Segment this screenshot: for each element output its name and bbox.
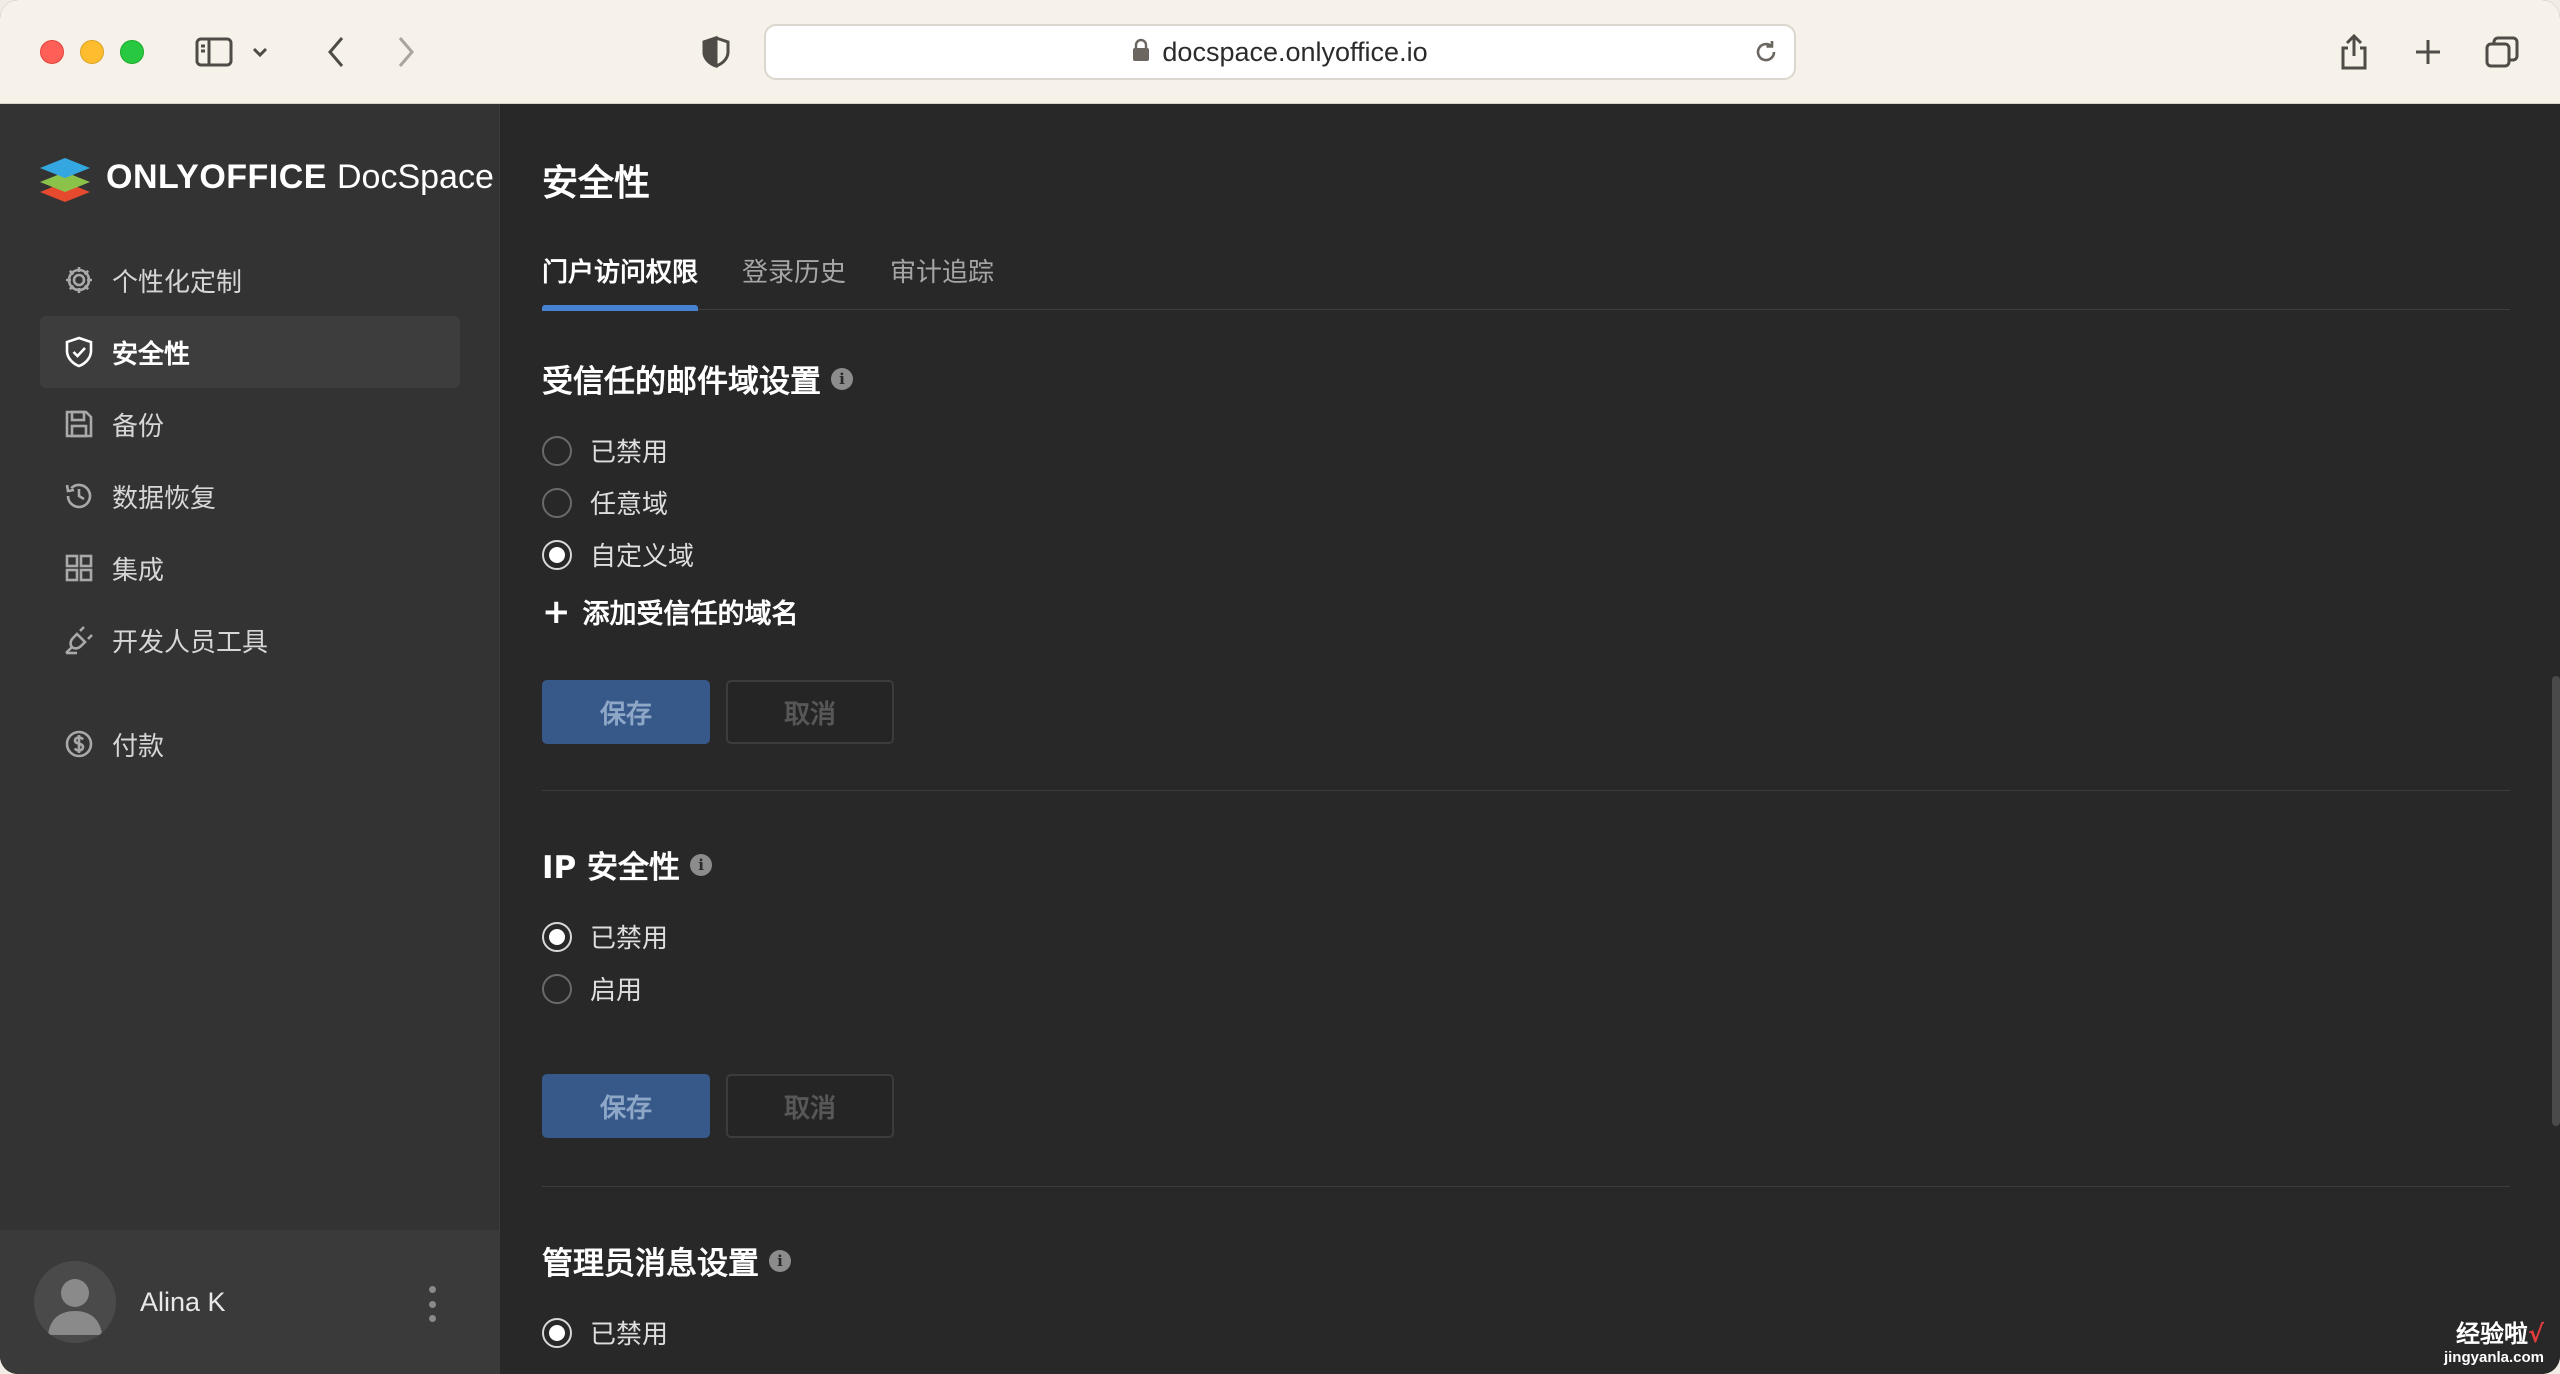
add-trusted-domain-label: 添加受信任的域名 [582,599,799,630]
sidebar-item-developer-tools[interactable]: 开发人员工具 [40,604,460,676]
settings-tabs: 门户访问权限 登录历史 审计追踪 [542,252,2510,311]
address-bar[interactable]: docspace.onlyoffice.io [764,24,1796,80]
plug-icon [62,623,96,657]
ip-security-save-button[interactable]: 保存 [542,1074,710,1138]
user-profile-bar[interactable]: Alina K [0,1230,500,1374]
sidebar-toggle-icon[interactable] [192,30,236,74]
privacy-shield-icon[interactable] [694,30,738,74]
settings-nav: 个性化定制 安全性 备份 数据恢复 集成 开发人员工具 付款 [40,244,460,780]
sidebar-item-label: 开发人员工具 [112,627,269,658]
sidebar-item-integration[interactable]: 集成 [40,532,460,604]
check-mark: √ [2527,1320,2544,1348]
add-trusted-domain-button[interactable]: + 添加受信任的域名 [542,592,799,631]
radio-button[interactable] [542,973,572,1004]
settings-sidebar: ONLYOFFICE DocSpace 个性化定制 安全性 备份 数据恢复 集成… [0,104,500,1374]
watermark-line2: jingyanla.com [2443,1349,2544,1366]
admin-messages-option-disabled[interactable]: 已禁用 [542,1314,668,1351]
ip-security-cancel-button[interactable]: 取消 [726,1074,894,1138]
radio-button[interactable] [542,921,572,952]
ip-security-option-disabled[interactable]: 已禁用 [542,918,668,955]
more-vertical-icon[interactable] [420,1286,444,1322]
radio-label: 已禁用 [590,438,669,468]
history-icon [62,479,96,513]
watermark: 经验啦√ jingyanla.com [2444,1314,2544,1366]
trusted-domains-save-button[interactable]: 保存 [542,680,710,744]
dollar-icon [62,727,96,761]
radio-label: 已禁用 [590,924,669,954]
scrollbar[interactable] [2552,676,2560,1126]
browser-toolbar: docspace.onlyoffice.io [0,0,2560,104]
sidebar-item-label: 安全性 [112,339,191,370]
info-icon[interactable]: i [769,1249,791,1272]
grid-icon [62,551,96,585]
radio-button[interactable] [542,435,572,466]
info-icon[interactable]: i [831,367,853,390]
trusted-domains-title: 受信任的邮件域设置 i [542,356,853,401]
reload-icon[interactable] [1752,38,1780,70]
avatar[interactable] [34,1261,116,1343]
tab-overview-icon[interactable] [2480,30,2524,74]
chevron-down-icon[interactable] [246,30,274,74]
radio-label: 自定义域 [590,542,695,572]
plus-icon: + [542,591,571,632]
section-divider [542,1186,2510,1187]
sidebar-item-label: 集成 [112,555,165,586]
zoom-window-button[interactable] [120,40,144,64]
gear-icon [62,263,96,297]
user-name: Alina K [140,1286,226,1317]
trusted-domains-option-disabled[interactable]: 已禁用 [542,432,668,469]
watermark-line1: 经验啦√ [2455,1320,2544,1348]
trusted-domains-option-custom[interactable]: 自定义域 [542,536,694,573]
section-title-text: 受信任的邮件域设置 [542,364,821,400]
browser-window: docspace.onlyoffice.io ONLYOFFICE DocSpa… [0,0,2560,1374]
radio-label: 启用 [590,976,643,1006]
forward-icon[interactable] [384,30,428,74]
sidebar-item-label: 个性化定制 [112,267,243,298]
tab-audit-trail[interactable]: 审计追踪 [890,252,994,310]
logo-product-text: DocSpace [337,157,494,196]
onlyoffice-logo[interactable]: ONLYOFFICE DocSpace [38,152,494,202]
share-icon[interactable] [2332,30,2376,74]
section-title-text: 管理员消息设置 [542,1246,759,1282]
sidebar-item-payments[interactable]: 付款 [40,708,460,780]
trusted-domains-option-any[interactable]: 任意域 [542,484,668,521]
sidebar-item-restore[interactable]: 数据恢复 [40,460,460,532]
sidebar-item-label: 备份 [112,411,165,442]
sidebar-item-security[interactable]: 安全性 [40,316,460,388]
trusted-domains-cancel-button[interactable]: 取消 [726,680,894,744]
onlyoffice-logo-icon [40,158,90,202]
radio-button[interactable] [542,539,572,570]
shield-icon [62,335,96,369]
ip-security-option-enabled[interactable]: 启用 [542,970,642,1007]
logo-brand-text: ONLYOFFICE [106,157,327,196]
back-icon[interactable] [314,30,358,74]
page-title: 安全性 [542,163,651,204]
minimize-window-button[interactable] [80,40,104,64]
radio-label: 任意域 [590,490,669,520]
new-tab-icon[interactable] [2406,30,2450,74]
radio-label: 已禁用 [590,1320,669,1350]
info-icon[interactable]: i [690,853,713,876]
sidebar-item-label: 数据恢复 [112,483,217,514]
sidebar-item-customization[interactable]: 个性化定制 [40,244,460,316]
section-divider [542,790,2510,791]
main-content: 安全性 门户访问权限 登录历史 审计追踪 受信任的邮件域设置 i 已禁用 任意域… [500,104,2560,1374]
ip-security-title: IP 安全性 i [542,842,713,887]
floppy-icon [62,407,96,441]
radio-button[interactable] [542,487,572,518]
sidebar-item-label: 付款 [112,731,165,762]
tab-portal-access[interactable]: 门户访问权限 [542,252,699,311]
radio-button[interactable] [542,1317,572,1348]
tab-login-history[interactable]: 登录历史 [742,252,846,310]
lock-icon [1132,38,1150,66]
close-window-button[interactable] [40,40,64,64]
url-text: docspace.onlyoffice.io [1162,36,1428,67]
sidebar-item-backup[interactable]: 备份 [40,388,460,460]
admin-messages-title: 管理员消息设置 i [542,1238,791,1283]
section-title-text: IP 安全性 [542,850,681,886]
